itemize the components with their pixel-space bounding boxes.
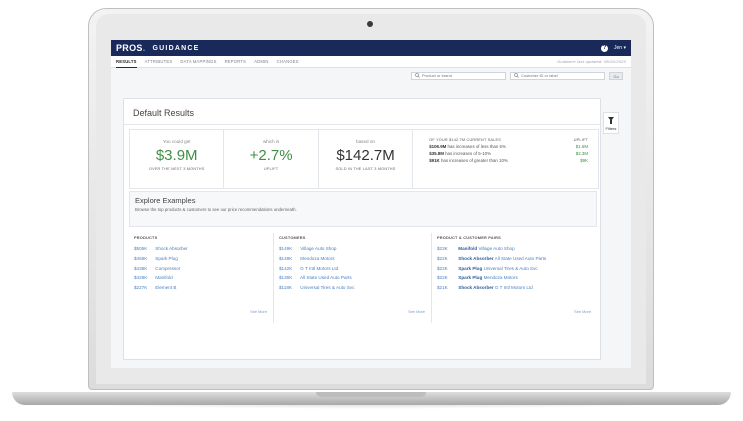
list-item[interactable]: $142K G T Intl Motors Ltd bbox=[279, 266, 426, 271]
pros-logo[interactable]: PROS. bbox=[116, 43, 146, 53]
search-row: Go bbox=[111, 68, 631, 83]
sales-uplift: $1.6M bbox=[575, 144, 588, 149]
sales-amount: $106.9M bbox=[429, 144, 447, 149]
last-updated-status: Guidance last updated: 08/26/2020 bbox=[557, 59, 626, 64]
customers-see-more-link[interactable]: See More bbox=[408, 309, 425, 314]
example-lists: PRODUCTS $505K Shock Absorber $468K Spar… bbox=[129, 233, 597, 323]
customers-header: CUSTOMERS bbox=[279, 235, 306, 240]
explore-title: Explore Examples bbox=[135, 196, 196, 205]
sales-text: has increases of less than 5% bbox=[447, 144, 506, 149]
sales-header-label: OF YOUR $142.7M CURRENT SALES bbox=[429, 138, 501, 142]
topbar-right: ? Jen ▾ bbox=[601, 44, 626, 52]
sales-uplift: $2.3M bbox=[575, 151, 588, 156]
filters-button[interactable]: Filters bbox=[603, 112, 619, 134]
top-bar: PROS. GUIDANCE ? Jen ▾ bbox=[111, 40, 631, 56]
products-column: PRODUCTS $505K Shock Absorber $468K Spar… bbox=[129, 233, 274, 323]
pairs-see-more-link[interactable]: See More bbox=[574, 309, 591, 314]
divider bbox=[124, 124, 600, 125]
metric-label: based on bbox=[356, 139, 375, 144]
sales-breakdown-header: OF YOUR $142.7M CURRENT SALES UPLIFT bbox=[429, 138, 588, 142]
list-item[interactable]: $21K Shock Absorber G T Intl Motors Ltd bbox=[437, 285, 592, 290]
sales-row: $35.8M has increases of 5-10% $2.3M bbox=[429, 151, 588, 156]
list-item[interactable]: $428K Manifold bbox=[134, 275, 268, 280]
sales-text: has increases of 5-10% bbox=[445, 151, 491, 156]
metric-sublabel: OVER THE NEXT 3 MONTHS bbox=[148, 167, 205, 171]
metric-sales-base: based on $142.7M SOLD IN THE LAST 3 MONT… bbox=[319, 130, 414, 188]
app-screen: PROS. GUIDANCE ? Jen ▾ RESULTS ATTRIBUTE… bbox=[111, 40, 631, 368]
product-search-input[interactable] bbox=[422, 73, 502, 78]
tab-results[interactable]: RESULTS bbox=[116, 56, 137, 68]
explore-examples: Explore Examples Browse the top products… bbox=[129, 191, 597, 227]
sales-amount: $35.8M bbox=[429, 151, 444, 156]
sales-breakdown: OF YOUR $142.7M CURRENT SALES UPLIFT $10… bbox=[413, 130, 598, 188]
sales-amount: $91K bbox=[429, 158, 440, 163]
search-icon bbox=[415, 73, 420, 78]
list-item[interactable]: $22K Shock Absorber All State Used Auto … bbox=[437, 256, 592, 261]
metric-label: You could get bbox=[162, 139, 191, 144]
tab-changes[interactable]: CHANGES bbox=[277, 56, 299, 67]
products-header: PRODUCTS bbox=[134, 235, 158, 240]
customer-search bbox=[510, 71, 605, 80]
list-item[interactable]: $22K Spark Plug Universal Tires & Auto S… bbox=[437, 266, 592, 271]
default-results-card: Default Results You could get $3.9M OVER… bbox=[123, 98, 601, 360]
user-menu[interactable]: Jen ▾ bbox=[614, 45, 626, 51]
product-search bbox=[411, 71, 506, 80]
filters-label: Filters bbox=[605, 126, 617, 131]
metrics-row: You could get $3.9M OVER THE NEXT 3 MONT… bbox=[129, 129, 599, 189]
metric-value: $142.7M bbox=[336, 147, 395, 164]
list-item[interactable]: $505K Shock Absorber bbox=[134, 246, 268, 251]
list-item[interactable]: $148K Mendoza Motors bbox=[279, 256, 426, 261]
tab-admin[interactable]: ADMIN bbox=[254, 56, 269, 67]
webcam bbox=[367, 21, 373, 27]
nav-bar: RESULTS ATTRIBUTES DATA MAPPINGS REPORTS… bbox=[111, 56, 631, 68]
list-item[interactable]: $118K Universal Tires & Auto Svc bbox=[279, 285, 426, 290]
sales-row: $106.9M has increases of less than 5% $1… bbox=[429, 144, 588, 149]
filter-icon bbox=[608, 117, 614, 124]
search-icon bbox=[514, 73, 519, 78]
uplift-header: UPLIFT bbox=[573, 138, 588, 142]
app-title: GUIDANCE bbox=[152, 44, 200, 52]
sales-uplift: $9K bbox=[580, 158, 588, 163]
metric-value: +2.7% bbox=[249, 147, 293, 164]
metric-uplift: which is +2.7% UPLIFT bbox=[224, 130, 319, 188]
list-item[interactable]: $22K Spark Plug Mendoza Motors bbox=[437, 275, 592, 280]
metric-value: $3.9M bbox=[155, 147, 198, 164]
sales-row: $91K has increases of greater than 10% $… bbox=[429, 158, 588, 163]
laptop-notch bbox=[316, 392, 426, 397]
metric-projected-gain: You could get $3.9M OVER THE NEXT 3 MONT… bbox=[130, 130, 225, 188]
list-item[interactable]: $136K All State Used Auto Parts bbox=[279, 275, 426, 280]
metric-label: which is bbox=[262, 139, 280, 144]
metric-sublabel: UPLIFT bbox=[263, 167, 279, 171]
list-item[interactable]: $438K Compressor bbox=[134, 266, 268, 271]
tab-reports[interactable]: REPORTS bbox=[225, 56, 247, 67]
list-item[interactable]: $23K Manifold Village Auto Shop bbox=[437, 246, 592, 251]
explore-subtitle: Browse the top products & customers to s… bbox=[135, 207, 297, 212]
sales-text: has increases of greater than 10% bbox=[440, 158, 508, 163]
metric-sublabel: SOLD IN THE LAST 3 MONTHS bbox=[335, 167, 396, 171]
list-item[interactable]: $468K Spark Plug bbox=[134, 256, 268, 261]
customer-search-input[interactable] bbox=[521, 73, 601, 78]
list-item[interactable]: $227K Element B bbox=[134, 285, 268, 290]
go-button[interactable]: Go bbox=[609, 71, 623, 80]
tab-attributes[interactable]: ATTRIBUTES bbox=[145, 56, 173, 67]
list-item[interactable]: $149K Village Auto Shop bbox=[279, 246, 426, 251]
customers-column: CUSTOMERS $149K Village Auto Shop $148K … bbox=[274, 233, 432, 323]
tab-data-mappings[interactable]: DATA MAPPINGS bbox=[180, 56, 216, 67]
products-see-more-link[interactable]: See More bbox=[250, 309, 267, 314]
card-title: Default Results bbox=[133, 108, 195, 118]
pairs-column: PRODUCT & CUSTOMER PAIRS $23K Manifold V… bbox=[432, 233, 597, 323]
help-icon[interactable]: ? bbox=[601, 44, 609, 52]
pairs-header: PRODUCT & CUSTOMER PAIRS bbox=[437, 235, 501, 240]
